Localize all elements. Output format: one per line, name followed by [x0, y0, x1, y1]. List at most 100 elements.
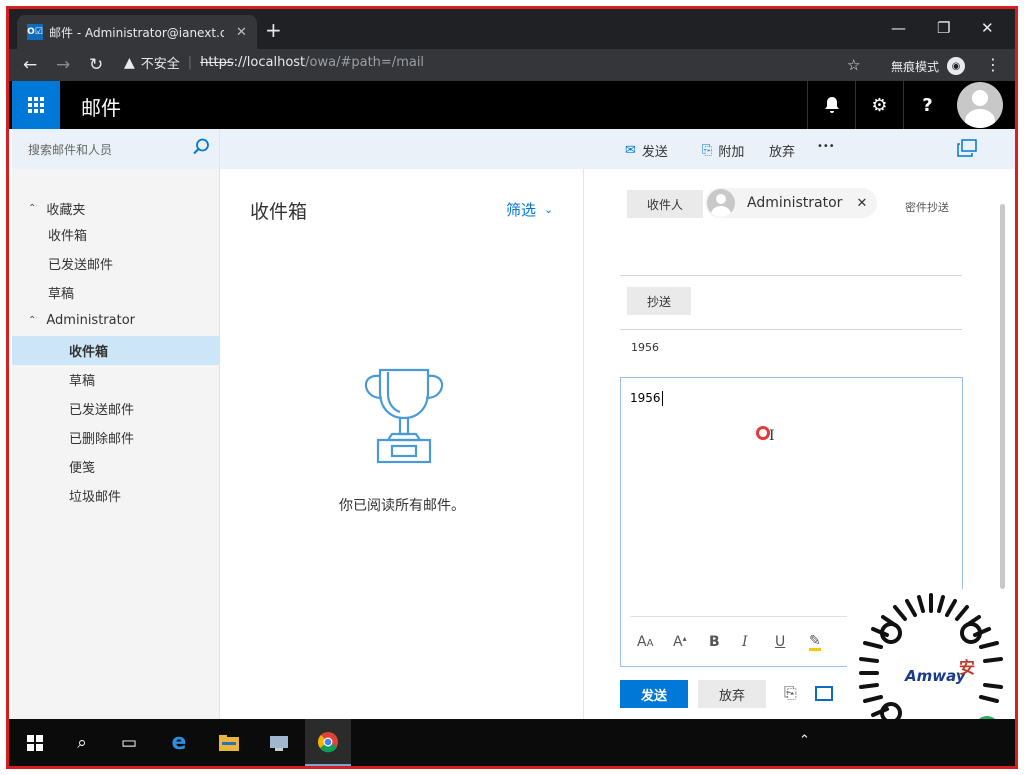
- folder-label: 草稿: [69, 374, 96, 389]
- tab-close-icon[interactable]: ✕: [236, 25, 247, 40]
- outlook-favicon-icon: O☑: [27, 24, 43, 40]
- chevron-up-icon: ⌃: [28, 315, 37, 326]
- reload-icon[interactable]: ↻: [89, 55, 103, 75]
- discard-command-label: 放弃: [769, 145, 796, 160]
- grow-font-icon[interactable]: A▴: [673, 634, 687, 650]
- recipient-chip[interactable]: Administrator ✕: [705, 188, 877, 218]
- send-icon: ✉: [625, 143, 636, 158]
- restore-icon[interactable]: ❐: [937, 19, 950, 37]
- incognito-indicator[interactable]: 無痕模式 ◉: [891, 57, 966, 75]
- taskbar-search-icon[interactable]: ⌕: [59, 719, 105, 766]
- browser-menu-icon[interactable]: ⋮: [985, 55, 1001, 74]
- to-button[interactable]: 收件人: [627, 190, 703, 218]
- task-view-icon[interactable]: ▭: [106, 719, 152, 766]
- sidebar-item-deleted[interactable]: 已删除邮件: [12, 423, 220, 452]
- recipient-avatar: [707, 189, 735, 217]
- bookmark-star-icon[interactable]: ☆: [847, 56, 860, 74]
- sidebar-item-inbox[interactable]: 收件箱: [12, 336, 220, 365]
- windows-taskbar: ⌕ ▭ e ⌃: [9, 719, 1015, 766]
- scrollbar-thumb[interactable]: [1000, 204, 1005, 589]
- more-options-button[interactable]: •••: [817, 141, 835, 152]
- to-label: 收件人: [646, 197, 683, 212]
- discard-button-label: 放弃: [718, 688, 745, 704]
- search-box[interactable]: 搜索邮件和人员: [12, 129, 220, 169]
- italic-icon[interactable]: I: [742, 634, 748, 650]
- url-host: ://localhost: [233, 55, 306, 70]
- sidebar-item-notes[interactable]: 便笺: [12, 452, 220, 481]
- chrome-taskbar-icon[interactable]: [305, 719, 351, 766]
- empty-inbox-message: 你已阅读所有邮件。: [339, 498, 465, 514]
- recipient-name: Administrator: [747, 195, 843, 211]
- app-launcher-icon[interactable]: [12, 81, 60, 129]
- sidebar-item-favorite-drafts[interactable]: 草稿: [12, 278, 220, 307]
- remove-recipient-icon[interactable]: ✕: [856, 196, 867, 211]
- divider: [620, 275, 962, 276]
- attach-command-button[interactable]: ⎘ 附加: [702, 141, 744, 160]
- notifications-bell-icon[interactable]: [807, 81, 855, 129]
- divider: |: [187, 55, 193, 70]
- cc-label: 抄送: [646, 294, 671, 309]
- help-question-icon[interactable]: ?: [903, 81, 951, 129]
- send-command-label: 发送: [641, 145, 668, 160]
- search-icon[interactable]: [192, 138, 210, 156]
- send-command-button[interactable]: ✉ 发送: [625, 141, 668, 160]
- command-bar: ✉ 发送 ⎘ 附加 放弃 •••: [220, 129, 1015, 169]
- sidebar-item-junk[interactable]: 垃圾邮件: [12, 481, 220, 510]
- send-button[interactable]: 发送: [620, 680, 688, 708]
- chevron-up-icon: ⌃: [28, 203, 37, 214]
- address-bar[interactable]: ▲ 不安全 | https://localhost/owa/#path=/mai…: [124, 53, 425, 73]
- folder-label: 草稿: [48, 287, 75, 302]
- filter-button[interactable]: 筛选 ⌄: [506, 199, 553, 220]
- settings-gear-icon[interactable]: ⚙: [855, 81, 903, 129]
- subject-field[interactable]: 1956: [631, 341, 659, 354]
- browser-tab-strip: O☑ 邮件 - Administrator@ianext.c ✕ + — ❐ ✕: [9, 9, 1015, 49]
- account-header-label: Administrator: [46, 313, 136, 328]
- more-options-label: •••: [817, 141, 835, 152]
- filter-label: 筛选: [506, 201, 537, 219]
- paperclip-icon: ⎘: [702, 143, 713, 158]
- underline-icon[interactable]: U: [775, 634, 785, 650]
- browser-toolbar: ← → ↻ ▲ 不安全 | https://localhost/owa/#pat…: [9, 49, 1015, 81]
- sidebar-item-drafts[interactable]: 草稿: [12, 365, 220, 394]
- window-close-icon[interactable]: ✕: [981, 19, 994, 37]
- click-indicator: [756, 426, 770, 440]
- paperclip-icon[interactable]: ⎘: [784, 683, 797, 703]
- app-title: 邮件: [81, 96, 121, 120]
- tab-title: 邮件 - Administrator@ianext.c: [49, 25, 224, 40]
- bcc-link[interactable]: 密件抄送: [905, 199, 949, 215]
- insert-image-icon[interactable]: [815, 686, 833, 701]
- svg-text:Amway: Amway: [904, 667, 967, 685]
- highlight-icon[interactable]: ✎: [809, 634, 821, 651]
- file-explorer-icon[interactable]: [206, 719, 252, 766]
- warning-icon: ▲: [124, 54, 135, 71]
- font-size-icon[interactable]: AA: [637, 634, 653, 650]
- internet-explorer-icon[interactable]: e: [156, 719, 202, 766]
- discard-command-button[interactable]: 放弃: [769, 141, 795, 160]
- attach-command-label: 附加: [718, 145, 745, 160]
- browser-tab[interactable]: O☑ 邮件 - Administrator@ianext.c ✕: [17, 15, 257, 49]
- sidebar-item-favorite-inbox[interactable]: 收件箱: [12, 220, 220, 249]
- new-tab-icon[interactable]: +: [265, 18, 282, 42]
- cc-button[interactable]: 抄送: [627, 287, 691, 315]
- favorites-header[interactable]: ⌃ 收藏夹: [12, 194, 220, 223]
- minimize-icon[interactable]: —: [891, 19, 906, 37]
- sidebar-item-sent[interactable]: 已发送邮件: [12, 394, 220, 423]
- incognito-icon: ◉: [947, 57, 966, 75]
- screenshot-frame: O☑ 邮件 - Administrator@ianext.c ✕ + — ❐ ✕…: [6, 6, 1018, 769]
- windows-start-icon[interactable]: [12, 719, 58, 766]
- folder-pane: ⌃ 收藏夹 收件箱 已发送邮件 草稿 ⌃ Administrator 收件箱 草…: [12, 169, 220, 719]
- folder-label: 收件箱: [48, 229, 88, 244]
- forward-arrow-icon[interactable]: →: [56, 55, 70, 75]
- bold-icon[interactable]: B: [709, 634, 720, 650]
- popout-icon[interactable]: [957, 139, 977, 157]
- user-avatar[interactable]: [957, 82, 1003, 128]
- back-arrow-icon[interactable]: ←: [23, 55, 37, 75]
- discard-button[interactable]: 放弃: [698, 680, 766, 708]
- server-manager-icon[interactable]: [256, 719, 302, 766]
- sidebar-item-favorite-sent[interactable]: 已发送邮件: [12, 249, 220, 278]
- security-label: 不安全: [140, 57, 180, 72]
- account-header[interactable]: ⌃ Administrator: [12, 306, 220, 335]
- url-path: /owa/#path=/mail: [305, 55, 425, 70]
- send-button-label: 发送: [640, 688, 667, 704]
- system-tray-chevron-icon[interactable]: ⌃: [799, 733, 810, 748]
